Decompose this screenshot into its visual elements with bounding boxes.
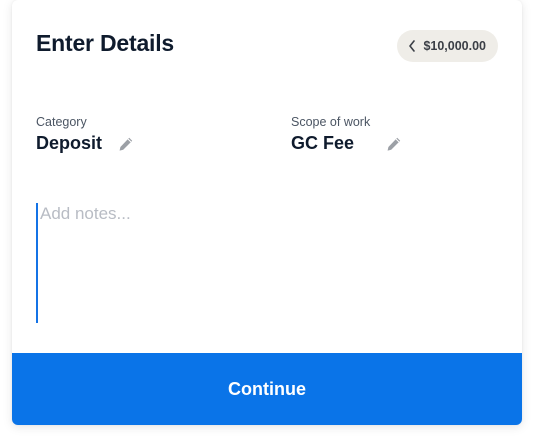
edit-category-pencil-icon[interactable]	[118, 136, 134, 152]
category-field: Category Deposit	[36, 115, 134, 154]
chevron-left-icon	[409, 40, 416, 52]
scope-value: GC Fee	[291, 133, 355, 153]
amount-badge[interactable]: $10,000.00	[397, 30, 498, 62]
continue-button[interactable]: Continue	[12, 353, 522, 425]
amount-value: $10,000.00	[423, 39, 486, 53]
category-value: Deposit	[36, 133, 103, 153]
page-title: Enter Details	[36, 30, 175, 56]
enter-details-card: Enter Details $10,000.00 Category Deposi…	[12, 0, 522, 425]
notes-input[interactable]	[36, 203, 496, 323]
edit-scope-pencil-icon[interactable]	[386, 136, 402, 152]
category-label: Category	[36, 115, 87, 129]
scope-field: Scope of work GC Fee	[291, 115, 402, 154]
scope-label: Scope of work	[291, 115, 371, 129]
